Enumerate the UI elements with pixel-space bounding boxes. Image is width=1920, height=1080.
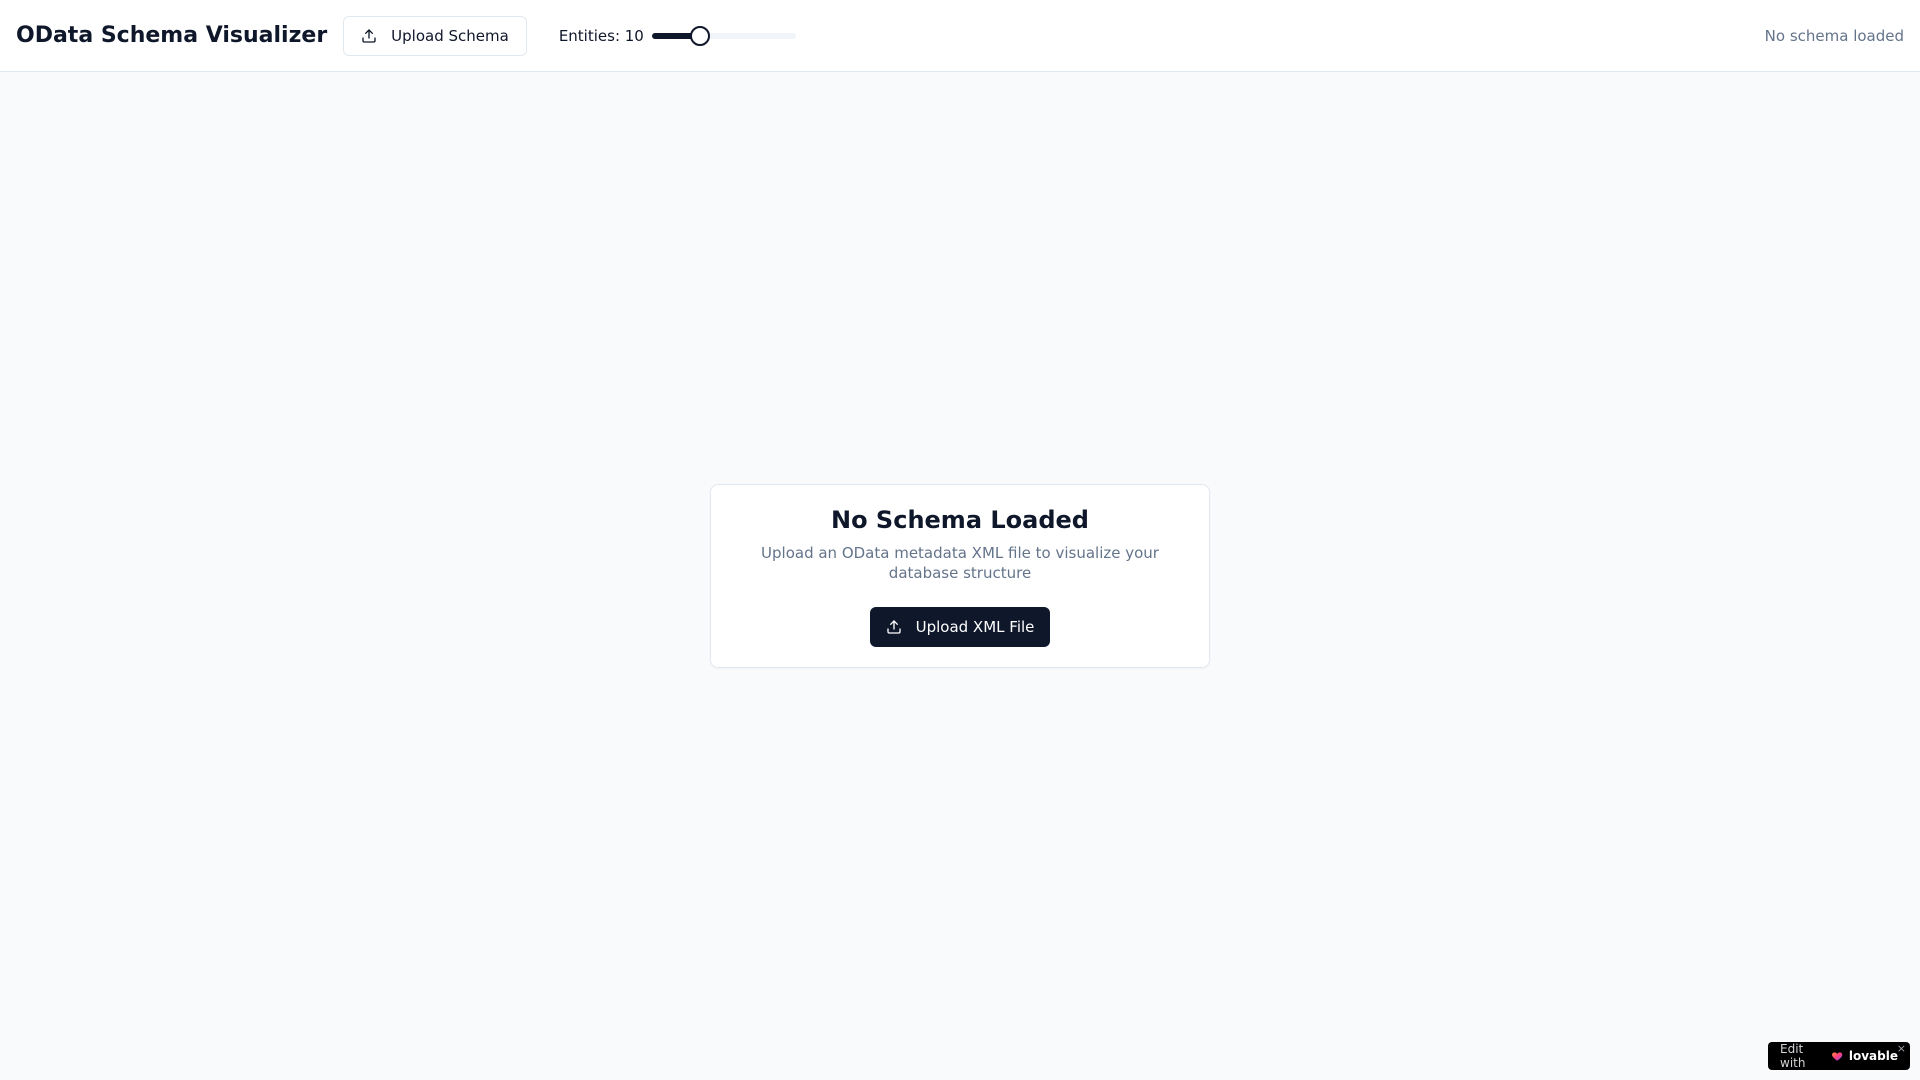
- badge-prefix: Edit with: [1780, 1042, 1806, 1070]
- entities-label: Entities: 10: [558, 26, 644, 45]
- upload-schema-label: Upload Schema: [391, 26, 509, 45]
- edit-with-lovable-badge[interactable]: Edit with lovable ×: [1768, 1042, 1910, 1070]
- lovable-heart-icon: [1832, 1052, 1843, 1061]
- empty-state-title: No Schema Loaded: [831, 506, 1089, 534]
- upload-xml-button[interactable]: Upload XML File: [869, 607, 1051, 647]
- close-icon[interactable]: ×: [1897, 1043, 1906, 1055]
- app-header: OData Schema Visualizer Upload Schema En…: [0, 0, 1920, 72]
- slider-thumb[interactable]: [689, 25, 710, 46]
- upload-icon: [886, 620, 901, 634]
- entities-slider[interactable]: [651, 25, 796, 46]
- empty-state-description: Upload an OData metadata XML file to vis…: [761, 544, 1159, 582]
- badge-brand: lovable: [1848, 1049, 1898, 1063]
- schema-status: No schema loaded: [1764, 26, 1904, 45]
- entities-control: Entities: 10: [558, 25, 796, 46]
- app-title: OData Schema Visualizer: [16, 23, 328, 48]
- empty-state-card: No Schema Loaded Upload an OData metadat…: [710, 484, 1210, 668]
- upload-icon: [362, 28, 376, 43]
- upload-xml-label: Upload XML File: [915, 618, 1035, 636]
- upload-schema-button[interactable]: Upload Schema: [343, 15, 527, 56]
